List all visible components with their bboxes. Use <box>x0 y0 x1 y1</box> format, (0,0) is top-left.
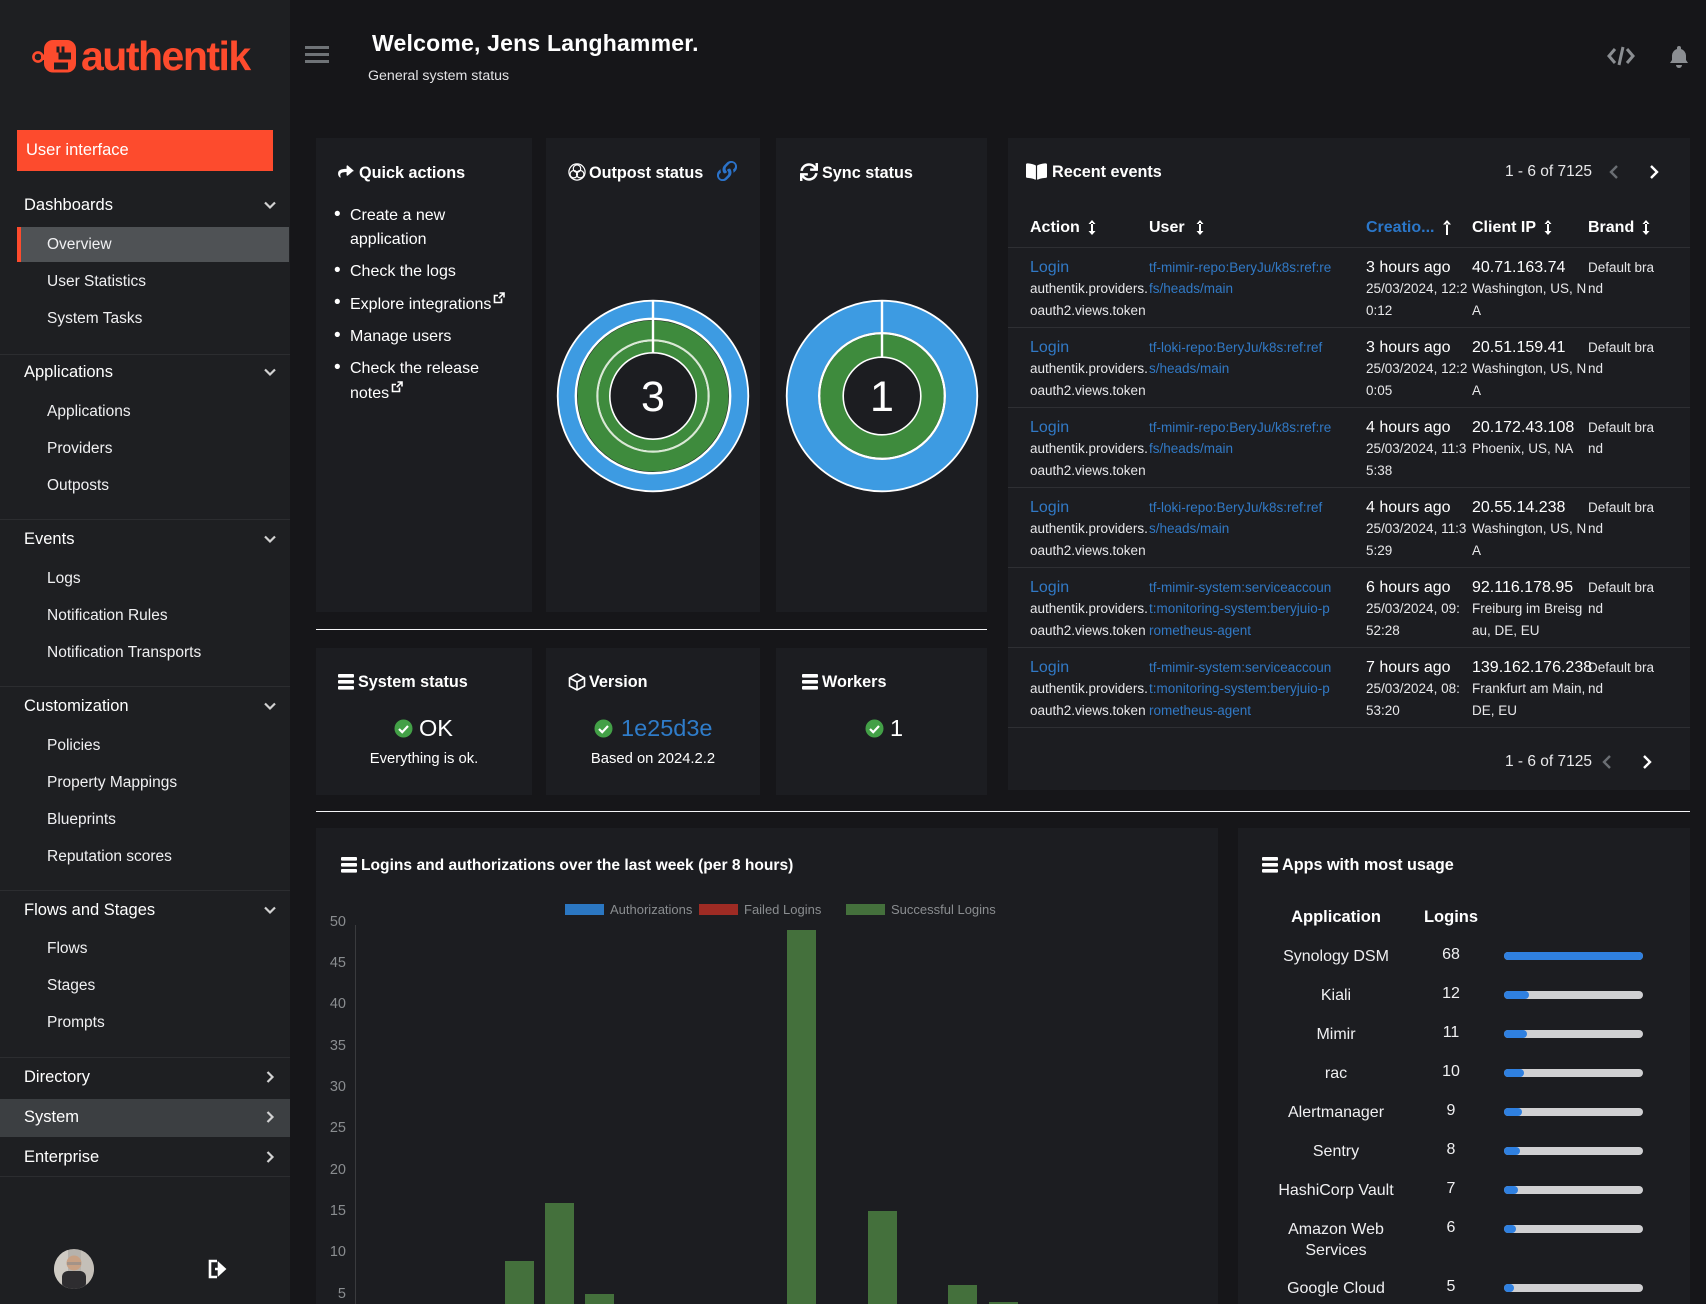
svg-text:1: 1 <box>870 373 894 421</box>
svg-text:3: 3 <box>641 373 665 421</box>
svg-text:authentik: authentik <box>81 33 251 79</box>
